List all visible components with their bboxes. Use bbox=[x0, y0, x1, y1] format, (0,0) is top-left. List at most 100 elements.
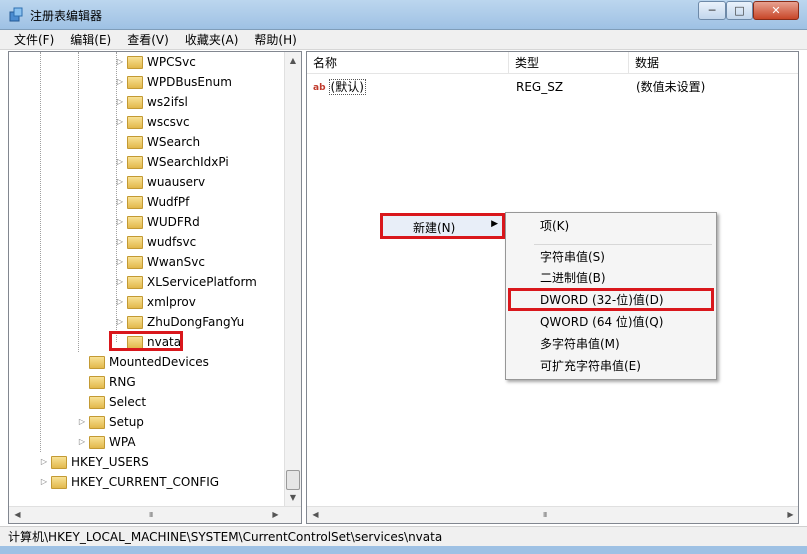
new-submenu: 项(K) 字符串值(S) 二进制值(B) DWORD (32-位)值(D) QW… bbox=[505, 212, 717, 380]
expand-icon[interactable]: ▷ bbox=[77, 413, 87, 431]
expand-icon[interactable]: ▷ bbox=[115, 173, 125, 191]
menu-edit[interactable]: 编辑(E) bbox=[62, 31, 119, 48]
title-bar: 注册表编辑器 ─ □ ✕ bbox=[0, 0, 807, 30]
folder-icon bbox=[51, 455, 67, 469]
tree-horizontal-scrollbar[interactable]: ◀ III ▶ bbox=[9, 506, 301, 523]
folder-icon bbox=[127, 275, 143, 289]
tree-guide-line bbox=[78, 52, 79, 352]
expand-icon[interactable]: ▷ bbox=[39, 473, 49, 491]
folder-icon bbox=[127, 195, 143, 209]
tree-item[interactable]: ▷ WwanSvc bbox=[115, 253, 205, 271]
expand-icon[interactable]: ▷ bbox=[115, 53, 125, 71]
expand-icon[interactable]: ▷ bbox=[115, 273, 125, 291]
tree-item[interactable]: ▷ Setup bbox=[77, 413, 144, 431]
submenu-item-binary[interactable]: 二进制值(B) bbox=[540, 268, 606, 288]
folder-icon bbox=[127, 135, 143, 149]
tree-item[interactable]: ▷ wuauserv bbox=[115, 173, 205, 191]
scroll-up-arrow-icon[interactable]: ▲ bbox=[285, 52, 301, 69]
submenu-item-expandstring[interactable]: 可扩充字符串值(E) bbox=[540, 356, 641, 376]
window-title: 注册表编辑器 bbox=[30, 9, 103, 23]
status-bar: 计算机\HKEY_LOCAL_MACHINE\SYSTEM\CurrentCon… bbox=[0, 526, 807, 546]
regedit-app-icon bbox=[9, 7, 23, 22]
menu-separator bbox=[534, 244, 712, 245]
tree-item[interactable]: ▷ WSearchIdxPi bbox=[115, 153, 229, 171]
folder-icon bbox=[127, 115, 143, 129]
tree-item[interactable]: ▷ ZhuDongFangYu bbox=[115, 313, 244, 331]
tree-item[interactable]: ▷ HKEY_USERS bbox=[39, 453, 149, 471]
registry-tree[interactable]: ▷ WPCSvc ▷ WPDBusEnum ▷ ws2ifsl ▷ wscsvc WSe… bbox=[8, 51, 302, 524]
tree-item[interactable]: RNG bbox=[77, 373, 136, 391]
maximize-button[interactable]: □ bbox=[726, 1, 753, 20]
folder-icon bbox=[127, 75, 143, 89]
tree-item[interactable]: ▷ wudfsvc bbox=[115, 233, 196, 251]
minimize-button[interactable]: ─ bbox=[698, 1, 726, 20]
tree-item[interactable]: ▷ WPA bbox=[77, 433, 136, 451]
tree-item[interactable]: ▷ HKEY_CURRENT_CONFIG bbox=[39, 473, 219, 491]
menu-help[interactable]: 帮助(H) bbox=[246, 31, 304, 48]
tree-item[interactable]: ▷ WUDFRd bbox=[115, 213, 200, 231]
folder-icon bbox=[127, 255, 143, 269]
list-row[interactable]: ab (默认) REG_SZ (数值未设置) bbox=[307, 77, 798, 97]
expand-icon[interactable]: ▷ bbox=[115, 153, 125, 171]
nvata-highlight-box bbox=[109, 331, 183, 351]
folder-icon bbox=[51, 475, 67, 489]
scroll-left-arrow-icon[interactable]: ◀ bbox=[9, 507, 26, 523]
tree-item[interactable]: ▷ WPCSvc bbox=[115, 53, 196, 71]
folder-icon bbox=[89, 355, 105, 369]
tree-vertical-scrollbar[interactable]: ▲ ▼ bbox=[284, 52, 301, 523]
scroll-left-arrow-icon[interactable]: ◀ bbox=[307, 507, 324, 523]
tree-item[interactable]: ▷ ws2ifsl bbox=[115, 93, 188, 111]
menu-bar: 文件(F) 编辑(E) 查看(V) 收藏夹(A) 帮助(H) bbox=[0, 30, 807, 50]
tree-item[interactable]: ▷ WudfPf bbox=[115, 193, 189, 211]
expand-icon[interactable]: ▷ bbox=[115, 113, 125, 131]
context-menu-new[interactable]: 新建(N) ▶ bbox=[380, 213, 505, 239]
expand-icon[interactable]: ▷ bbox=[115, 213, 125, 231]
expand-icon[interactable]: ▷ bbox=[115, 193, 125, 211]
expand-icon[interactable]: ▷ bbox=[115, 293, 125, 311]
submenu-item-string[interactable]: 字符串值(S) bbox=[540, 247, 605, 267]
folder-icon bbox=[127, 155, 143, 169]
folder-icon bbox=[127, 95, 143, 109]
expand-icon[interactable]: ▷ bbox=[115, 313, 125, 331]
expand-icon[interactable]: ▷ bbox=[77, 433, 87, 451]
list-horizontal-scrollbar[interactable]: ◀ III ▶ bbox=[307, 506, 798, 523]
tree-item[interactable]: Select bbox=[77, 393, 146, 411]
scroll-grip-icon: III bbox=[149, 511, 153, 519]
column-header-name[interactable]: 名称 bbox=[307, 52, 509, 74]
folder-icon bbox=[127, 215, 143, 229]
tree-item[interactable]: ▷ wscsvc bbox=[115, 113, 190, 131]
column-header-type[interactable]: 类型 bbox=[509, 52, 629, 74]
close-button[interactable]: ✕ bbox=[753, 1, 799, 20]
tree-item[interactable]: WSearch bbox=[115, 133, 200, 151]
expand-icon[interactable]: ▷ bbox=[39, 453, 49, 471]
column-header-data[interactable]: 数据 bbox=[629, 52, 798, 74]
expand-icon[interactable]: ▷ bbox=[115, 253, 125, 271]
tree-item[interactable]: ▷ WPDBusEnum bbox=[115, 73, 232, 91]
menu-favorites[interactable]: 收藏夹(A) bbox=[177, 31, 247, 48]
expand-icon[interactable]: ▷ bbox=[115, 233, 125, 251]
submenu-item-key[interactable]: 项(K) bbox=[540, 216, 569, 236]
list-header: 名称 类型 数据 bbox=[307, 52, 798, 74]
menu-view[interactable]: 查看(V) bbox=[119, 31, 177, 48]
value-type: REG_SZ bbox=[516, 80, 564, 94]
scroll-down-arrow-icon[interactable]: ▼ bbox=[285, 489, 301, 506]
menu-file[interactable]: 文件(F) bbox=[6, 31, 62, 48]
submenu-item-multistring[interactable]: 多字符串值(M) bbox=[540, 334, 620, 354]
expand-icon[interactable]: ▷ bbox=[115, 93, 125, 111]
folder-icon bbox=[89, 415, 105, 429]
scroll-right-arrow-icon[interactable]: ▶ bbox=[267, 507, 284, 523]
scroll-thumb[interactable] bbox=[286, 470, 300, 490]
folder-icon bbox=[127, 55, 143, 69]
dword-highlight-box bbox=[508, 288, 714, 311]
folder-icon bbox=[127, 175, 143, 189]
tree-item[interactable]: ▷ XLServicePlatform bbox=[115, 273, 257, 291]
string-value-icon: ab bbox=[313, 83, 326, 93]
tree-item[interactable]: ▷ xmlprov bbox=[115, 293, 196, 311]
folder-icon bbox=[127, 235, 143, 249]
value-name: (默认) bbox=[328, 79, 366, 95]
expand-icon[interactable]: ▷ bbox=[115, 73, 125, 91]
folder-icon bbox=[127, 315, 143, 329]
submenu-item-qword[interactable]: QWORD (64 位)值(Q) bbox=[540, 312, 663, 332]
tree-item[interactable]: MountedDevices bbox=[77, 353, 209, 371]
scroll-right-arrow-icon[interactable]: ▶ bbox=[782, 507, 798, 523]
